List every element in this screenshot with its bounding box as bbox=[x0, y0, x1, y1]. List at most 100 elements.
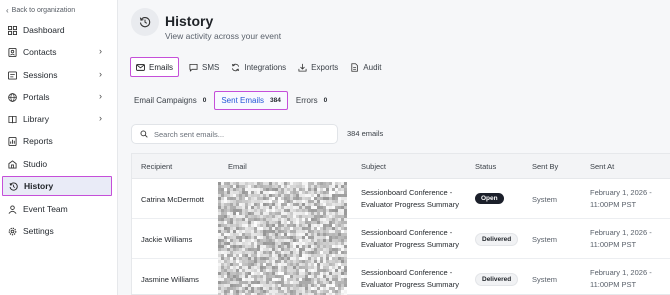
sent-at-cell-line2: 11:00PM PST bbox=[590, 280, 637, 289]
search-box[interactable] bbox=[131, 124, 338, 144]
chat-icon bbox=[189, 63, 198, 72]
subtab-count: 0 bbox=[323, 97, 328, 104]
chevron-right-icon: › bbox=[99, 113, 102, 123]
chevron-right-icon: › bbox=[99, 69, 102, 79]
page-title: History bbox=[165, 13, 214, 29]
sidebar-item-history[interactable]: History bbox=[2, 176, 112, 196]
sidebar-item-label: Event Team bbox=[23, 204, 68, 214]
column-header-sent-by[interactable]: Sent By bbox=[532, 162, 558, 171]
subject-cell-line2: Evaluator Progress Summary bbox=[361, 200, 459, 209]
reports-icon bbox=[8, 136, 17, 146]
tab-sms[interactable]: SMS bbox=[189, 57, 219, 77]
table-row[interactable]: Catrina McDermott Sessionboard Conferenc… bbox=[132, 179, 670, 219]
subtab-count: 384 bbox=[270, 97, 281, 104]
sidebar-item-label: History bbox=[24, 181, 54, 191]
sidebar-item-sessions[interactable]: Sessions › bbox=[2, 65, 112, 85]
sidebar-item-label: Contacts bbox=[23, 47, 57, 57]
status-badge: Open bbox=[475, 193, 504, 204]
email-count: 384 emails bbox=[347, 129, 384, 138]
subtab-email-campaigns[interactable]: Email Campaigns 0 bbox=[134, 91, 206, 110]
book-icon bbox=[8, 115, 17, 124]
sent-by-cell: System bbox=[532, 235, 558, 244]
sidebar: ‹ Back to organization Dashboard Contact… bbox=[0, 0, 118, 295]
tab-label: SMS bbox=[202, 62, 220, 72]
sidebar-item-event-team[interactable]: Event Team bbox=[2, 199, 112, 219]
sidebar-item-studio[interactable]: Studio bbox=[2, 154, 112, 174]
search-input[interactable] bbox=[154, 129, 324, 139]
tab-label: Exports bbox=[311, 62, 339, 72]
subject-cell-line2: Evaluator Progress Summary bbox=[361, 280, 459, 289]
column-header-email[interactable]: Email bbox=[228, 162, 247, 171]
back-to-organization-link[interactable]: ‹ Back to organization bbox=[6, 6, 76, 15]
recipient-cell: Catrina McDermott bbox=[141, 195, 204, 204]
table-row[interactable]: Jasmine Williams Sessionboard Conference… bbox=[132, 259, 670, 295]
mail-icon bbox=[136, 63, 145, 71]
tab-audit[interactable]: Audit bbox=[350, 57, 382, 77]
globe-icon bbox=[8, 92, 17, 102]
sent-at-cell-line2: 11:00PM PST bbox=[590, 200, 637, 209]
tab-label: Integrations bbox=[244, 62, 287, 72]
table-header: Recipient Email Subject Status Sent By S… bbox=[132, 154, 670, 179]
sidebar-item-contacts[interactable]: Contacts › bbox=[2, 42, 112, 62]
subtab-label: Errors bbox=[295, 96, 318, 105]
column-header-recipient[interactable]: Recipient bbox=[141, 162, 172, 171]
tab-emails[interactable]: Emails bbox=[130, 57, 180, 77]
email-subtabs: Email Campaigns 0 Sent Emails 384 Errors… bbox=[134, 91, 335, 110]
document-icon bbox=[351, 62, 359, 72]
sent-by-cell: System bbox=[532, 195, 558, 204]
tab-integrations[interactable]: Integrations bbox=[231, 57, 286, 77]
subject-cell-line1: Sessionboard Conference - bbox=[361, 268, 453, 277]
column-header-sent-at[interactable]: Sent At bbox=[590, 162, 614, 171]
sent-at-cell-line1: February 1, 2026 - bbox=[590, 228, 652, 237]
subject-cell-line1: Sessionboard Conference - bbox=[361, 228, 453, 237]
download-icon bbox=[298, 63, 307, 72]
sidebar-item-library[interactable]: Library › bbox=[2, 109, 112, 129]
sent-emails-table: Recipient Email Subject Status Sent By S… bbox=[131, 153, 670, 295]
history-header-icon bbox=[131, 8, 159, 36]
team-icon bbox=[8, 204, 17, 214]
sent-at-cell-line2: 11:00PM PST bbox=[590, 240, 637, 249]
sidebar-item-label: Sessions bbox=[23, 70, 58, 80]
studio-icon bbox=[8, 159, 17, 169]
status-badge: Delivered bbox=[475, 273, 519, 286]
chevron-left-icon: ‹ bbox=[6, 6, 9, 15]
page-subtitle: View activity across your event bbox=[165, 31, 282, 41]
main-content: History View activity across your event … bbox=[118, 0, 670, 295]
back-link-label: Back to organization bbox=[11, 7, 76, 14]
column-header-subject[interactable]: Subject bbox=[361, 162, 386, 171]
subtab-count: 0 bbox=[202, 97, 207, 104]
sent-at-cell-line1: February 1, 2026 - bbox=[590, 268, 652, 277]
subtab-errors[interactable]: Errors 0 bbox=[296, 91, 327, 110]
chevron-right-icon: › bbox=[99, 91, 102, 101]
history-tabs: Emails SMS Integrations Exports Audit bbox=[130, 56, 394, 78]
sidebar-item-portals[interactable]: Portals › bbox=[2, 87, 112, 107]
sidebar-item-label: Reports bbox=[23, 136, 53, 146]
tab-label: Audit bbox=[363, 62, 382, 72]
sidebar-item-label: Dashboard bbox=[23, 25, 65, 35]
tab-label: Emails bbox=[149, 62, 174, 72]
column-header-status[interactable]: Status bbox=[475, 162, 496, 171]
tab-exports[interactable]: Exports bbox=[298, 57, 338, 77]
sidebar-item-settings[interactable]: Settings bbox=[2, 221, 112, 241]
sent-by-cell: System bbox=[532, 275, 558, 284]
subject-cell-line1: Sessionboard Conference - bbox=[361, 188, 453, 197]
sidebar-item-reports[interactable]: Reports bbox=[2, 131, 112, 151]
sidebar-item-label: Library bbox=[23, 114, 49, 124]
search-icon bbox=[140, 130, 148, 138]
subject-cell-line2: Evaluator Progress Summary bbox=[361, 240, 459, 249]
subtab-sent-emails[interactable]: Sent Emails 384 bbox=[214, 91, 288, 110]
sidebar-item-label: Settings bbox=[23, 226, 54, 236]
sessions-icon bbox=[8, 70, 17, 80]
subtab-label: Email Campaigns bbox=[134, 96, 197, 105]
status-badge: Delivered bbox=[475, 233, 519, 246]
history-icon bbox=[9, 182, 18, 191]
recipient-cell: Jasmine Williams bbox=[141, 275, 199, 284]
sent-at-cell-line1: February 1, 2026 - bbox=[590, 188, 652, 197]
sidebar-item-dashboard[interactable]: Dashboard bbox=[2, 20, 112, 40]
gear-icon bbox=[8, 227, 17, 236]
table-row[interactable]: Jackie Williams Sessionboard Conference … bbox=[132, 219, 670, 259]
sync-icon bbox=[232, 63, 240, 71]
contacts-icon bbox=[8, 47, 17, 57]
sidebar-item-label: Portals bbox=[23, 92, 50, 102]
chevron-right-icon: › bbox=[99, 46, 102, 56]
